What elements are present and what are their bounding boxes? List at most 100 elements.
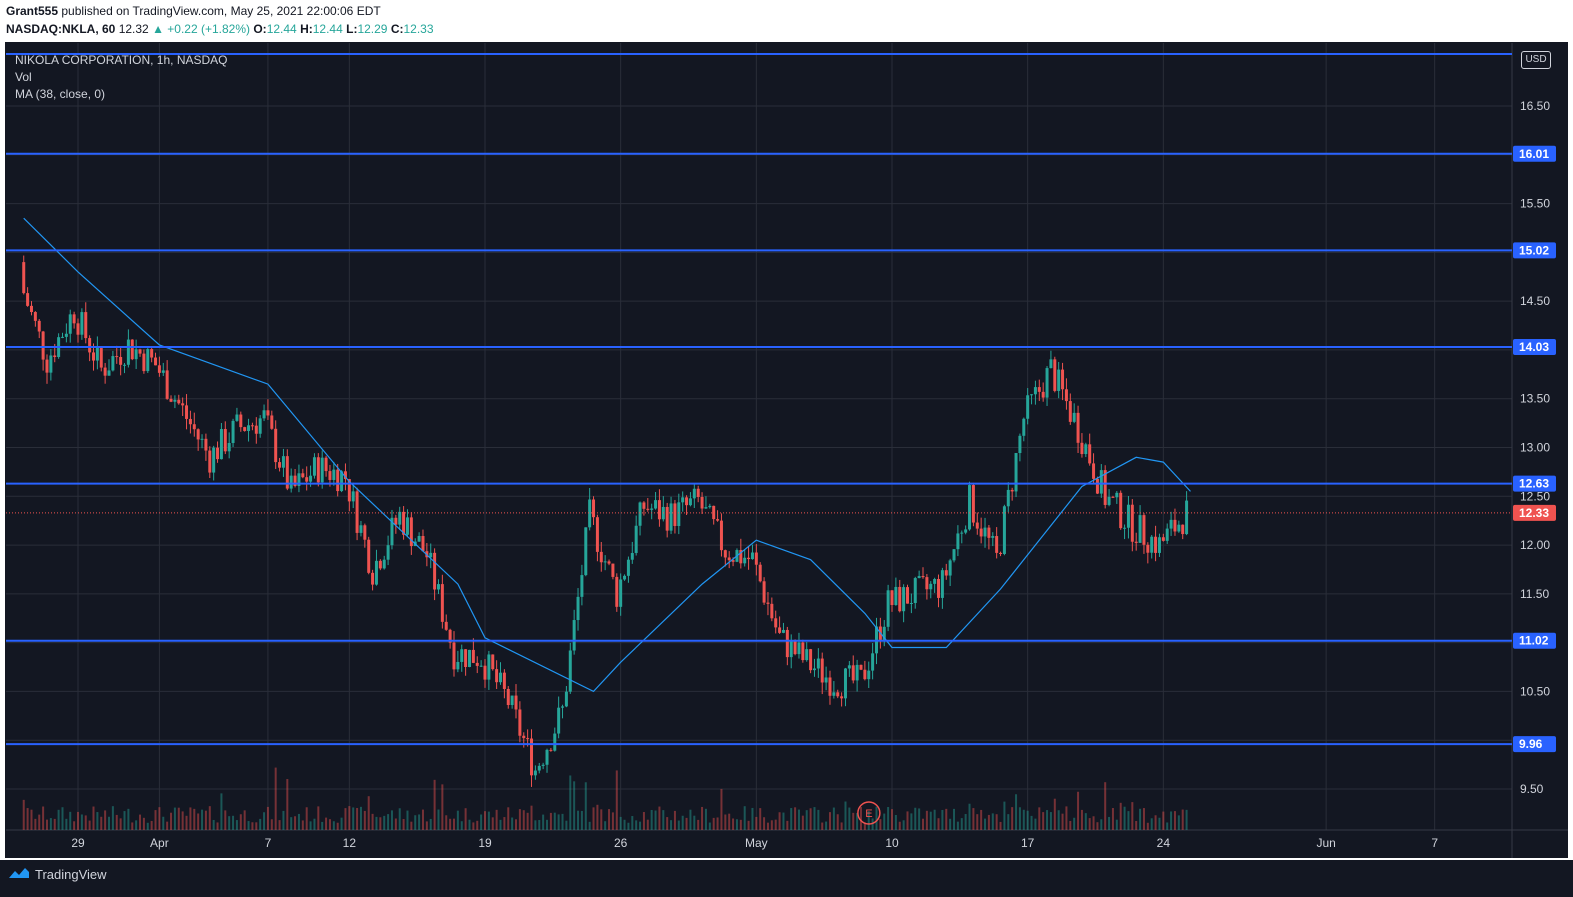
volume-bar: [1011, 807, 1014, 830]
volume-bar: [732, 818, 735, 830]
legend-title: NIKOLA CORPORATION, 1h, NASDAQ: [15, 53, 228, 67]
candle-body: [700, 496, 704, 509]
candle-body: [1146, 544, 1150, 553]
y-tick-label: 11.50: [1520, 587, 1549, 601]
volume-bar: [918, 808, 921, 830]
volume-bar: [371, 813, 374, 830]
volume-bar: [751, 807, 754, 830]
candle-body: [991, 536, 995, 538]
candle-body: [1068, 401, 1072, 422]
volume-bar: [243, 810, 246, 830]
volume-bar: [247, 821, 250, 830]
currency-button[interactable]: USD: [1521, 51, 1551, 69]
candle-body: [157, 365, 161, 373]
candle-body: [956, 533, 960, 550]
volume-bar: [406, 810, 409, 830]
volume-bar: [317, 806, 320, 830]
candle-body: [359, 525, 363, 533]
candle-body: [312, 457, 316, 476]
volume-bar: [468, 819, 471, 830]
y-tick-label: 12.00: [1520, 538, 1550, 552]
volume-bar: [394, 818, 397, 830]
volume-bar: [631, 816, 634, 830]
y-tick-label: 10.50: [1520, 684, 1550, 698]
candle-body: [859, 664, 863, 670]
candle-body: [646, 508, 650, 510]
volume-bar: [297, 813, 300, 830]
earnings-marker-label: E: [865, 808, 872, 820]
volume-bar: [840, 822, 843, 830]
volume-bar: [359, 806, 362, 830]
candle-body: [688, 498, 692, 506]
volume-bar: [825, 821, 828, 830]
volume-bar: [542, 814, 545, 830]
candle-body: [123, 364, 127, 366]
level-label: 15.02: [1519, 243, 1549, 257]
volume-bar: [759, 808, 762, 830]
candle-body: [1181, 524, 1185, 535]
candle-body: [274, 428, 278, 463]
volume-bar: [844, 801, 847, 830]
volume-bar: [937, 818, 940, 830]
candle-body: [200, 438, 204, 440]
volume-bar: [817, 809, 820, 830]
candle-body: [479, 665, 483, 667]
candle-body: [1072, 412, 1076, 422]
candle-body: [382, 559, 386, 569]
candle-body: [816, 658, 820, 669]
volume-bar: [379, 817, 382, 830]
candle-body: [332, 469, 336, 480]
volume-bar: [1003, 801, 1006, 830]
candle-body: [1107, 496, 1111, 505]
volume-bar: [367, 796, 370, 830]
candle-body: [1076, 412, 1080, 443]
candle-body: [1157, 537, 1161, 553]
candle-body: [22, 262, 26, 294]
volume-bar: [650, 809, 653, 830]
candle-body: [836, 692, 840, 697]
candle-body: [29, 305, 33, 313]
volume-bar: [88, 820, 91, 830]
volume-bar: [883, 813, 886, 830]
volume-bar: [375, 816, 378, 830]
candle-body: [793, 640, 797, 655]
candle-body: [1049, 359, 1053, 369]
volume-bar: [480, 814, 483, 830]
volume-bar: [941, 809, 944, 830]
candle-body: [886, 590, 890, 627]
candle-body: [506, 688, 510, 706]
price-chart[interactable]: 9.5010.5011.5012.0012.5013.0013.5014.501…: [0, 0, 1573, 860]
volume-bar: [1080, 809, 1083, 830]
candle-body: [1033, 387, 1037, 395]
chart-legend: NIKOLA CORPORATION, 1h, NASDAQ Vol MA (3…: [15, 52, 228, 103]
candle-body: [778, 627, 782, 633]
candle-body: [394, 517, 398, 525]
candle-body: [975, 522, 979, 529]
volume-bar: [313, 818, 316, 830]
candle-body: [925, 577, 929, 590]
candle-body: [933, 579, 937, 584]
candle-body: [219, 429, 223, 460]
volume-bar: [910, 813, 913, 830]
volume-bar: [677, 820, 680, 830]
tradingview-brand[interactable]: TradingView: [8, 866, 107, 883]
volume-bar: [383, 815, 386, 830]
volume-bar: [518, 809, 521, 830]
candle-body: [1041, 391, 1045, 398]
candle-body: [243, 427, 247, 431]
candle-body: [119, 356, 123, 365]
volume-bar: [891, 809, 893, 830]
candle-body: [987, 527, 991, 538]
volume-bar: [108, 816, 111, 830]
candle-body: [568, 650, 572, 692]
candle-body: [386, 545, 390, 560]
volume-bar: [1053, 798, 1056, 830]
volume-bar: [925, 810, 928, 830]
volume-bar: [976, 814, 979, 830]
candle-body: [770, 603, 774, 619]
volume-bar: [507, 807, 510, 830]
candle-body: [142, 353, 146, 372]
volume-bar: [619, 816, 622, 830]
volume-bar: [96, 812, 99, 830]
volume-bar: [232, 815, 235, 830]
